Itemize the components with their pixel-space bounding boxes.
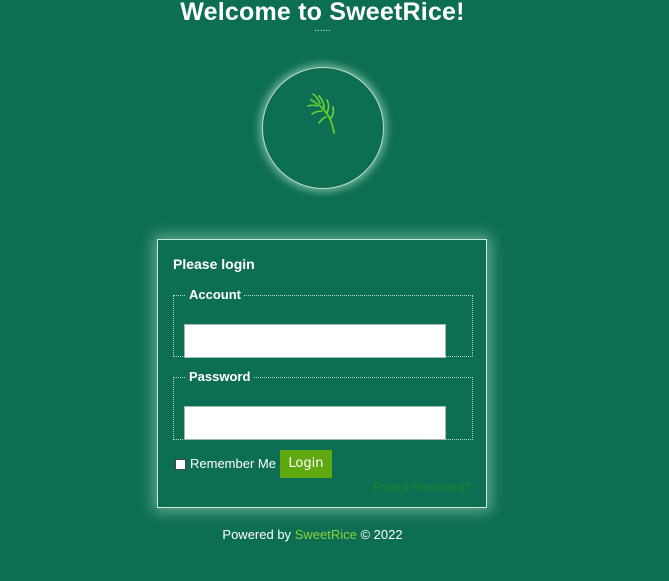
account-fieldset: Account: [173, 287, 473, 358]
password-input[interactable]: [184, 406, 446, 440]
forgot-password-link[interactable]: Forgot Password?: [374, 480, 471, 494]
remember-me-checkbox[interactable]: [175, 458, 186, 470]
remember-row: Remember Me Login: [173, 450, 332, 478]
copyright-text: © 2022: [360, 527, 403, 542]
account-label: Account: [189, 287, 241, 302]
rice-sprout-icon: [307, 93, 335, 134]
account-input[interactable]: [184, 324, 446, 358]
login-panel: Please login Account Password Remember M…: [157, 239, 487, 508]
footer: Powered by SweetRice © 2022: [0, 527, 625, 543]
password-fieldset: Password: [173, 370, 473, 440]
password-label: Password: [189, 369, 251, 384]
login-heading: Please login: [173, 256, 255, 272]
sweetrice-link[interactable]: SweetRice: [295, 527, 357, 542]
remember-me-label[interactable]: Remember Me: [190, 456, 276, 472]
logo: [262, 67, 384, 189]
powered-by-text: Powered by: [222, 527, 292, 542]
login-button[interactable]: Login: [279, 450, 332, 478]
page-subtitle: ......: [314, 23, 331, 34]
